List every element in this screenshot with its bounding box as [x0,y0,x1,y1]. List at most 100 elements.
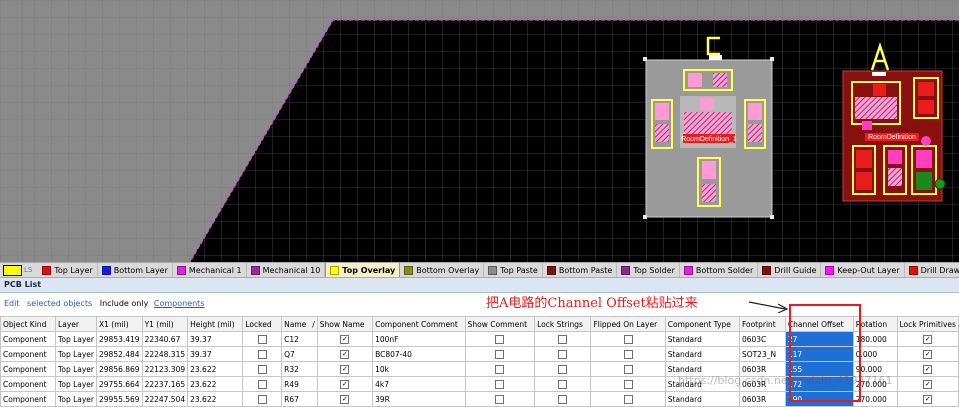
cell-name[interactable]: R32 [281,361,318,377]
unchecked-checkbox[interactable] [495,334,505,344]
cell-y1[interactable]: 22247.504 [141,391,189,407]
layer-tab-top-paste[interactable]: Top Paste [484,263,543,277]
layer-tab-mechanical-1[interactable]: Mechanical 1 [173,263,247,277]
cell-lock-strings[interactable] [534,346,592,362]
unchecked-checkbox[interactable] [623,379,633,389]
cell-lock-strings[interactable] [534,376,592,392]
cell-lock-primitives[interactable]: ✓ [896,376,959,392]
cell-comment[interactable]: 39R [372,391,466,407]
cell-x1[interactable]: 29955.569 [96,391,143,407]
cell-kind[interactable]: Component [0,331,57,347]
cell-layer[interactable]: Top Layer [55,346,97,362]
cell-show-comment[interactable] [464,361,536,377]
unchecked-checkbox[interactable] [623,364,633,374]
column-header-x1-mil[interactable]: X1 (mil) [96,316,143,332]
checked-checkbox[interactable]: ✓ [340,379,350,389]
table-row[interactable]: Component Top Layer 29955.569 22247.504 23.6… [0,391,959,407]
checked-checkbox[interactable]: ✓ [923,334,933,344]
cell-kind[interactable]: Component [0,376,57,392]
unchecked-checkbox[interactable] [257,364,267,374]
cell-kind[interactable]: Component [0,391,57,407]
layer-tab-top-solder[interactable]: Top Solder [617,263,680,277]
cell-lock-strings[interactable] [534,391,592,407]
unchecked-checkbox[interactable] [558,334,568,344]
cell-y1[interactable]: 22237.165 [141,376,189,392]
checked-checkbox[interactable]: ✓ [340,349,350,359]
cell-name[interactable]: R67 [281,391,318,407]
pcb-canvas-drawing[interactable]: RoomDefinition_1 RoomDefinition [0,0,959,262]
column-header-y1-mil[interactable]: Y1 (mil) [141,316,189,332]
cell-show-name[interactable]: ✓ [316,361,374,377]
cell-y1[interactable]: 22248.315 [141,346,189,362]
cell-x1[interactable]: 29856.869 [96,361,143,377]
layer-tab-top-layer[interactable]: Top Layer [38,263,98,277]
column-header-lock-strings[interactable]: Lock Strings [534,316,592,332]
cell-height[interactable]: 23.622 [187,391,244,407]
cell-type[interactable]: Standard [664,346,740,362]
unchecked-checkbox[interactable] [257,349,267,359]
cell-show-comment[interactable] [464,391,536,407]
checked-checkbox[interactable]: ✓ [923,364,933,374]
cell-locked[interactable] [242,361,283,377]
cell-show-name[interactable]: ✓ [316,376,374,392]
cell-show-name[interactable]: ✓ [316,331,374,347]
cell-show-name[interactable]: ✓ [316,391,374,407]
cell-locked[interactable] [242,346,283,362]
edit-mode-link[interactable]: Edit [4,299,20,308]
cell-flipped[interactable] [590,346,666,362]
cell-footprint[interactable]: 0603C [738,331,786,347]
layer-tab-drill-drawing[interactable]: Drill Drawing [905,263,959,277]
cell-comment[interactable]: 10k [372,361,466,377]
column-header-layer[interactable]: Layer [55,316,97,332]
cell-layer[interactable]: Top Layer [55,391,97,407]
cell-comment[interactable]: BC807-40 [372,346,466,362]
cell-rotation[interactable]: 0.000 [852,346,898,362]
column-header-show-name[interactable]: Show Name [316,316,374,332]
cell-locked[interactable] [242,391,283,407]
unchecked-checkbox[interactable] [623,334,633,344]
unchecked-checkbox[interactable] [623,394,633,404]
selected-objects-link[interactable]: selected objects [27,299,92,308]
cell-height[interactable]: 23.622 [187,376,244,392]
cell-show-name[interactable]: ✓ [316,346,374,362]
cell-type[interactable]: Standard [664,391,740,407]
unchecked-checkbox[interactable] [495,394,505,404]
unchecked-checkbox[interactable] [558,364,568,374]
cell-show-comment[interactable] [464,376,536,392]
unchecked-checkbox[interactable] [495,349,505,359]
checked-checkbox[interactable]: ✓ [923,394,933,404]
room-a[interactable]: RoomDefinition_1 [643,36,774,219]
cell-footprint[interactable]: 0603R [738,391,786,407]
column-header-footprint[interactable]: Footprint [738,316,786,332]
checked-checkbox[interactable]: ✓ [340,364,350,374]
cell-rotation[interactable]: 270.000 [852,391,898,407]
layer-tab-bottom-solder[interactable]: Bottom Solder [680,263,759,277]
cell-lock-strings[interactable] [534,331,592,347]
cell-lock-primitives[interactable]: ✓ [896,361,959,377]
unchecked-checkbox[interactable] [495,364,505,374]
checked-checkbox[interactable]: ✓ [340,394,350,404]
cell-rotation[interactable]: 180.000 [852,331,898,347]
cell-lock-strings[interactable] [534,361,592,377]
column-header-component-type[interactable]: Component Type [664,316,740,332]
table-row[interactable]: Component Top Layer 29853.419 22340.67 39.37… [0,331,959,347]
pcb-canvas[interactable]: RoomDefinition_1 RoomDefinition [0,0,959,262]
cell-lock-primitives[interactable]: ✓ [896,391,959,407]
cell-locked[interactable] [242,331,283,347]
cell-comment[interactable]: 100nF [372,331,466,347]
column-header-lock-primitives[interactable]: Lock Primitives [896,316,959,332]
column-header-name[interactable]: Name / [281,316,318,332]
cell-footprint[interactable]: SOT23_N [738,346,786,362]
cell-locked[interactable] [242,376,283,392]
cell-lock-primitives[interactable]: ✓ [896,346,959,362]
cell-flipped[interactable] [590,391,666,407]
components-filter-link[interactable]: Components [154,299,205,308]
cell-kind[interactable]: Component [0,361,57,377]
cell-show-comment[interactable] [464,331,536,347]
cell-layer[interactable]: Top Layer [55,376,97,392]
cell-height[interactable]: 39.37 [187,331,244,347]
column-header-flipped-on-layer[interactable]: Flipped On Layer [590,316,666,332]
cell-height[interactable]: 39.37 [187,346,244,362]
column-header-channel-offset[interactable]: Channel Offset [784,316,854,332]
checked-checkbox[interactable]: ✓ [923,349,933,359]
